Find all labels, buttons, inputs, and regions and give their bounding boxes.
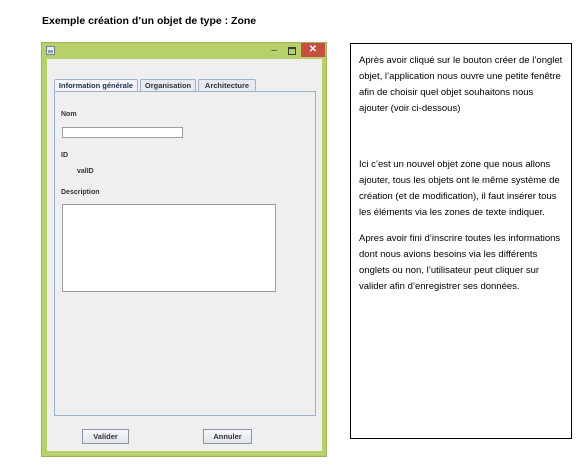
nom-label: Nom [61,111,77,118]
window-content: Information générale Organisation Archit… [47,59,322,451]
close-button[interactable]: ✕ [301,43,325,57]
window-titlebar[interactable]: – ✕ [42,43,326,59]
explanation-paragraph-2: Ici c’est un nouvel objet zone que nous … [359,159,560,218]
page-heading: Exemple création d’un objet de type : Zo… [42,15,257,27]
tab-architecture[interactable]: Architecture [198,79,256,91]
description-textarea[interactable] [62,204,276,292]
id-label: ID [61,152,68,159]
java-app-icon [46,46,55,55]
valider-button[interactable]: Valider [82,429,129,444]
explanation-paragraph-3: Apres avoir fini d’inscrire toutes les i… [359,233,561,292]
tab-organisation[interactable]: Organisation [140,79,196,91]
description-label: Description [61,189,100,196]
object-creation-window: – ✕ Information générale Organisation Ar… [41,42,327,457]
minimize-button[interactable]: – [265,44,283,57]
explanation-box: Après avoir cliqué sur le bouton créer d… [350,43,572,439]
tab-panel: Nom ID valID Description [54,91,316,416]
explanation-paragraph-1: Après avoir cliqué sur le bouton créer d… [359,55,563,114]
nom-input[interactable] [62,127,183,138]
maximize-icon [288,47,296,55]
maximize-button[interactable] [283,44,301,57]
id-value: valID [77,168,94,175]
annuler-button[interactable]: Annuler [203,429,252,444]
